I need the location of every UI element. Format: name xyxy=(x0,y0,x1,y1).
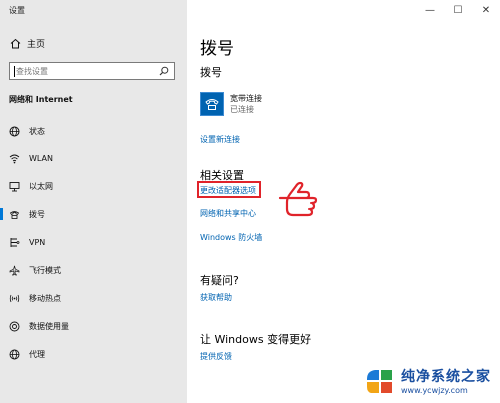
dialup-connection-icon xyxy=(200,92,224,116)
close-button[interactable]: ✕ xyxy=(472,0,500,20)
proxy-globe-icon xyxy=(8,348,20,360)
page-title: 拨号 xyxy=(200,39,234,59)
text-cursor xyxy=(14,65,15,77)
give-feedback-link[interactable]: 提供反馈 xyxy=(200,351,232,362)
improve-windows-heading: 让 Windows 变得更好 xyxy=(200,333,312,346)
search-placeholder: 查找设置 xyxy=(16,66,48,76)
window-title: 设置 xyxy=(9,6,25,15)
sidebar-item-label: VPN xyxy=(29,237,46,247)
window-caption-buttons: — ☐ ✕ xyxy=(416,0,500,20)
network-sharing-center-link[interactable]: 网络和共享中心 xyxy=(200,208,256,219)
sidebar-item-proxy[interactable]: 代理 xyxy=(0,343,187,365)
hotspot-icon xyxy=(8,292,20,304)
windows-logo-icon xyxy=(367,369,392,393)
sidebar-item-label: 飞行模式 xyxy=(29,265,61,275)
sidebar-item-label: WLAN xyxy=(29,153,54,163)
content-pane: 拨号 拨号 宽带连接 已连接 设置新连接 相关设置 更改适配器选项 网络和共享中… xyxy=(187,0,500,403)
setup-new-connection-link[interactable]: 设置新连接 xyxy=(200,134,240,145)
airplane-icon xyxy=(8,264,20,276)
connection-name: 宽带连接 xyxy=(230,94,262,103)
wifi-icon xyxy=(8,152,20,164)
sidebar-item-ethernet[interactable]: 以太网 xyxy=(0,175,187,197)
navigation-pane: 设置 主页 查找设置 网络和 Internet 状态 WLAN 以太网 拨号 V… xyxy=(0,0,187,403)
sidebar-home-label: 主页 xyxy=(27,40,46,50)
sidebar-item-mobile-hotspot[interactable]: 移动热点 xyxy=(0,287,187,309)
questions-heading: 有疑问? xyxy=(200,274,239,287)
globe-status-icon xyxy=(8,125,20,137)
get-help-link[interactable]: 获取帮助 xyxy=(200,292,232,303)
windows-firewall-link[interactable]: Windows 防火墙 xyxy=(200,232,262,243)
sidebar-item-label: 数据使用量 xyxy=(29,321,69,331)
sidebar-item-dialup[interactable]: 拨号 xyxy=(0,203,187,225)
sidebar-item-status[interactable]: 状态 xyxy=(0,120,187,142)
site-watermark: 纯净系统之家 www.ycwjzy.com xyxy=(362,360,500,403)
sidebar-item-label: 移动热点 xyxy=(29,293,61,303)
pointing-hand-icon xyxy=(278,181,318,217)
sidebar-item-vpn[interactable]: VPN xyxy=(0,231,187,253)
sidebar-item-label: 状态 xyxy=(29,126,45,136)
data-usage-icon xyxy=(8,320,20,332)
connection-status: 已连接 xyxy=(230,105,254,114)
sidebar-item-wlan[interactable]: WLAN xyxy=(0,147,187,169)
sidebar-item-label: 拨号 xyxy=(29,209,45,219)
change-adapter-options-link[interactable]: 更改适配器选项 xyxy=(200,185,256,196)
watermark-url: www.ycwjzy.com xyxy=(401,385,468,395)
watermark-brand-name: 纯净系统之家 xyxy=(401,368,491,385)
maximize-button[interactable]: ☐ xyxy=(444,0,472,20)
sidebar-item-data-usage[interactable]: 数据使用量 xyxy=(0,315,187,337)
broadband-connection-item[interactable]: 宽带连接 已连接 xyxy=(200,92,262,116)
sidebar-item-airplane-mode[interactable]: 飞行模式 xyxy=(0,259,187,281)
home-icon xyxy=(9,38,21,50)
dialup-icon xyxy=(8,208,20,220)
sidebar-item-label: 代理 xyxy=(29,349,45,359)
search-icon[interactable] xyxy=(157,64,171,78)
sidebar-item-label: 以太网 xyxy=(29,181,53,191)
ethernet-icon xyxy=(8,180,20,192)
sidebar-home[interactable]: 主页 xyxy=(9,37,45,50)
search-input[interactable]: 查找设置 xyxy=(9,62,175,80)
dialup-heading: 拨号 xyxy=(200,66,222,79)
section-network-internet: 网络和 Internet xyxy=(9,95,73,104)
vpn-icon xyxy=(8,236,20,248)
minimize-button[interactable]: — xyxy=(416,0,444,20)
